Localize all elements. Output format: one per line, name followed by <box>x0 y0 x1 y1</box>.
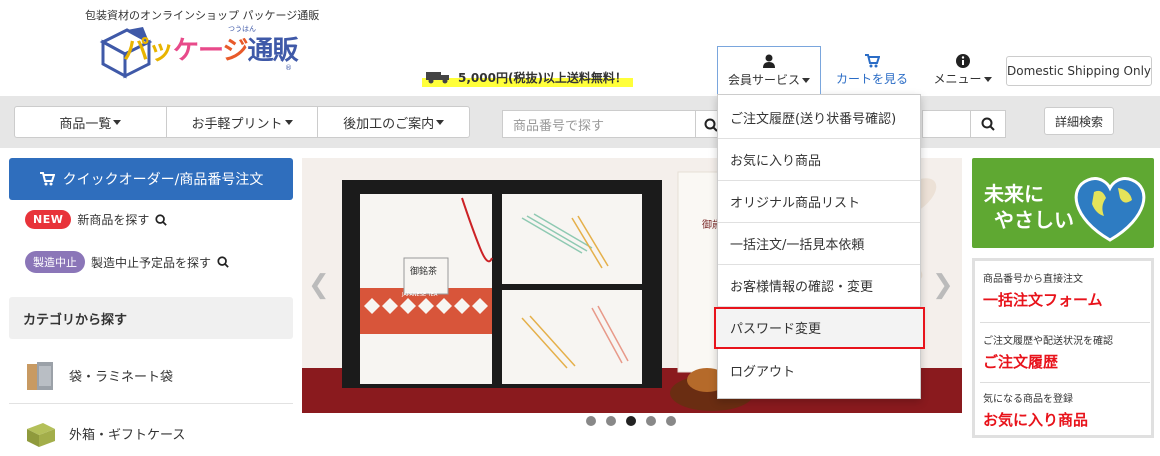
quick-order-button[interactable]: クイックオーダー/商品番号注文 <box>9 158 293 200</box>
bag-thumbnail <box>27 361 53 390</box>
cart-icon <box>39 172 55 186</box>
menu-label: メニュー <box>933 72 982 86</box>
carousel-dot[interactable] <box>586 416 596 426</box>
category-heading: カテゴリから探す <box>9 297 293 339</box>
navigation-bar: 商品一覧 お手軽プリント 後加工のご案内 商品番号で探す 詳細検索 <box>0 96 1160 148</box>
nav-post-processing[interactable]: 後加工のご案内 <box>318 107 469 137</box>
member-services-button[interactable]: 会員サービス <box>717 46 821 94</box>
member-services-dropdown: ご注文履歴(送り状番号確認) お気に入り商品 オリジナル商品リスト 一括注文/一… <box>714 94 925 399</box>
detail-search-button[interactable]: 詳細検索 <box>1044 107 1114 135</box>
domestic-shipping-button[interactable]: Domestic Shipping Only <box>1006 56 1152 86</box>
nav-menu-group: 商品一覧 お手軽プリント 後加工のご案内 <box>14 106 470 138</box>
info-icon <box>955 54 970 68</box>
category-item-bags[interactable]: 袋・ラミネート袋 <box>9 348 293 404</box>
carousel-dot-active[interactable] <box>626 416 636 426</box>
carousel-next-arrow[interactable]: ❯ <box>932 270 954 300</box>
carousel-prev-arrow[interactable]: ❮ <box>308 270 330 300</box>
search-icon <box>704 118 718 132</box>
chevron-down-icon <box>802 78 810 83</box>
discontinued-products-link[interactable]: 製造中止 製造中止予定品を探す <box>25 251 229 273</box>
chevron-down-icon <box>113 119 122 125</box>
nav-products[interactable]: 商品一覧 <box>15 107 167 137</box>
quick-link-bulk-order[interactable]: 商品番号から直接注文 一括注文フォーム <box>983 270 1153 310</box>
truck-icon <box>426 72 449 84</box>
search-icon <box>155 213 168 226</box>
member-label: 会員サービス <box>727 73 800 87</box>
keyword-search-input[interactable] <box>922 110 970 138</box>
site-tagline: 包装資材のオンラインショップ パッケージ通販 <box>85 9 320 22</box>
menu-item-logout[interactable]: ログアウト <box>718 349 920 391</box>
shipping-text: 5,000円(税抜)以上送料無料！ <box>458 70 627 85</box>
menu-button[interactable]: メニュー <box>925 46 1000 94</box>
eco-text-a: 未来に <box>984 182 1044 206</box>
menu-item-change-password[interactable]: パスワード変更 <box>714 307 925 349</box>
chevron-down-icon <box>284 119 293 125</box>
divider <box>980 382 1150 383</box>
new-badge: NEW <box>25 210 72 229</box>
search-icon <box>217 256 229 268</box>
carousel-dot[interactable] <box>646 416 656 426</box>
menu-item-bulk-order[interactable]: 一括注文/一括見本依頼 <box>718 223 920 265</box>
carousel-dots <box>586 416 676 426</box>
menu-item-original-list[interactable]: オリジナル商品リスト <box>718 181 920 223</box>
cart-button[interactable]: カートを見る <box>831 46 913 94</box>
product-number-search-button[interactable] <box>696 110 718 138</box>
carousel-dot[interactable] <box>606 416 616 426</box>
carousel-dot[interactable] <box>666 416 676 426</box>
box-thumbnail <box>27 423 55 447</box>
new-products-link[interactable]: NEW 新商品を探す <box>25 210 168 229</box>
nav-easy-print[interactable]: お手軽プリント <box>167 107 319 137</box>
divider <box>980 322 1150 323</box>
user-icon <box>763 54 775 68</box>
discontinued-badge: 製造中止 <box>25 251 85 273</box>
menu-item-customer-info[interactable]: お客様情報の確認・変更 <box>718 265 920 307</box>
cart-icon <box>865 54 880 68</box>
free-shipping-banner: 5,000円(税抜)以上送料無料！ <box>422 67 633 87</box>
menu-item-order-history[interactable]: ご注文履歴(送り状番号確認) <box>718 97 920 139</box>
quick-link-order-history[interactable]: ご注文履歴や配送状況を確認 ご注文履歴 <box>983 332 1153 372</box>
eco-text-b: やさしい <box>994 208 1074 232</box>
product-number-search-input[interactable]: 商品番号で探す <box>502 110 696 138</box>
tea-label: 御銘茶 <box>410 267 438 277</box>
keyword-search-button[interactable] <box>970 110 1006 138</box>
quick-link-favorites[interactable]: 気になる商品を登録 お気に入り商品 <box>983 390 1153 430</box>
logo-ruby: つうはん <box>228 25 256 33</box>
search-icon <box>981 117 995 131</box>
logo-wordmark[interactable]: パッケージ通販 <box>123 30 299 67</box>
registered-mark: ® <box>285 64 292 72</box>
quick-links-panel: 商品番号から直接注文 一括注文フォーム ご注文履歴や配送状況を確認 ご注文履歴 … <box>972 258 1154 438</box>
cart-label: カートを見る <box>835 72 908 86</box>
tea-label-en: JAPANESE TEA <box>402 292 438 298</box>
chevron-down-icon <box>983 77 992 82</box>
chevron-down-icon <box>436 119 445 125</box>
menu-item-favorites[interactable]: お気に入り商品 <box>718 139 920 181</box>
category-item-gift-cases[interactable]: 外箱・ギフトケース <box>9 405 293 456</box>
